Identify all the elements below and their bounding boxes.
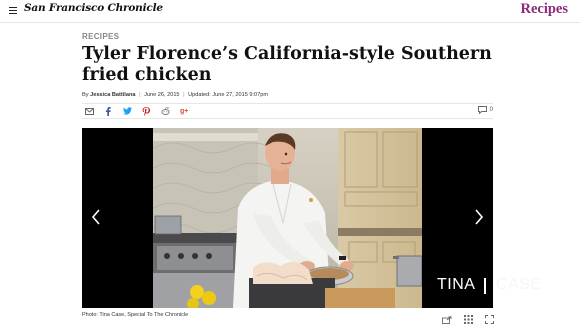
photo-caption: Photo: Tina Case, Special To The Chronic…	[82, 312, 189, 318]
section-label[interactable]: Recipes	[520, 1, 568, 18]
site-logo[interactable]: San Francisco Chronicle	[24, 2, 163, 14]
byline-separator: |	[183, 92, 185, 98]
top-bar: San Francisco Chronicle Recipes	[0, 0, 580, 23]
photo-watermark-faded: CASE	[496, 276, 542, 293]
google-plus-icon[interactable]: g+	[180, 106, 188, 116]
reddit-icon[interactable]	[161, 106, 170, 116]
hamburger-menu-icon[interactable]	[9, 7, 17, 15]
grid-view-icon[interactable]	[464, 311, 473, 329]
byline: By Jessica Battilana | June 26, 2015 | U…	[82, 92, 268, 98]
fullscreen-icon[interactable]	[485, 311, 494, 329]
byline-separator: |	[139, 92, 141, 98]
updated-date: Updated: June 27, 2015 9:07pm	[188, 92, 269, 98]
gallery-prev-arrow-icon[interactable]	[90, 208, 102, 226]
gallery-photo[interactable]	[153, 128, 422, 308]
pinterest-icon[interactable]	[142, 106, 150, 116]
comment-count[interactable]: 0	[477, 106, 493, 114]
photo-watermark: TINA	[437, 276, 476, 293]
photo-gallery	[82, 128, 493, 308]
byline-prefix: By	[82, 92, 89, 98]
share-photo-icon[interactable]	[442, 311, 452, 329]
comment-count-value: 0	[489, 107, 493, 113]
facebook-icon[interactable]	[105, 106, 111, 116]
comment-icon	[477, 106, 487, 114]
gallery-tools	[442, 311, 494, 329]
twitter-icon[interactable]	[123, 106, 132, 116]
byline-author[interactable]: Jessica Battilana	[90, 92, 135, 98]
gallery-next-arrow-icon[interactable]	[473, 208, 485, 226]
article-kicker[interactable]: RECIPES	[82, 32, 119, 41]
published-date: June 26, 2015	[144, 92, 180, 98]
watermark-bar	[484, 278, 486, 294]
email-icon[interactable]	[85, 106, 94, 116]
share-bar: g+ 0	[82, 103, 493, 119]
article-headline: Tyler Florence’s California-style Southe…	[82, 44, 492, 85]
